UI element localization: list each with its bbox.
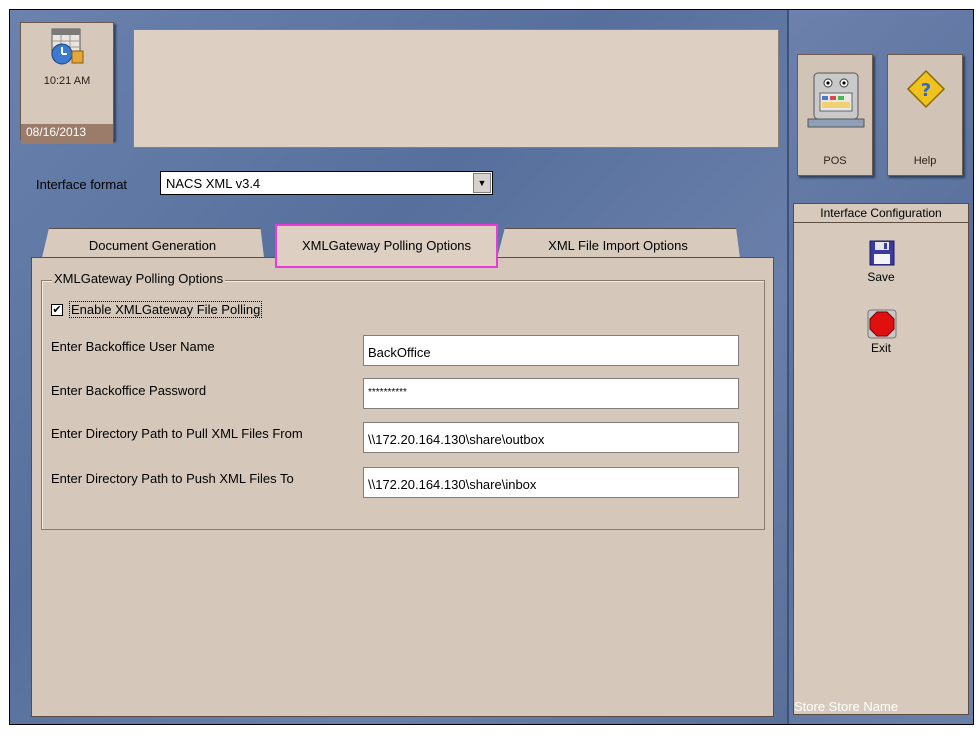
pos-button[interactable]: POS [797, 54, 873, 176]
app-window: 10:21 AM 08/16/2013 Interface format NAC… [9, 9, 974, 725]
svg-text:?: ? [921, 80, 931, 101]
floppy-disk-icon [869, 240, 895, 266]
enable-polling-row[interactable]: ✔ Enable XMLGateway File Polling [51, 301, 263, 318]
help-label: Help [913, 155, 937, 167]
configuration-title: Interface Configuration [794, 204, 968, 223]
pull-path-field[interactable]: \\172.20.164.130\share\outbox [363, 422, 739, 453]
store-name: Store Store Name [794, 699, 899, 714]
pull-path-label: Enter Directory Path to Pull XML Files F… [51, 426, 303, 441]
right-sidebar: POS ? Help Interface Configuration Save [787, 10, 973, 724]
save-label: Save [867, 270, 895, 284]
clock-time: 10:21 AM [43, 75, 91, 87]
exit-label: Exit [870, 341, 891, 355]
clock-widget[interactable]: 10:21 AM 08/16/2013 [20, 22, 114, 144]
password-field[interactable]: ********** [363, 378, 739, 409]
help-button[interactable]: ? Help [887, 54, 963, 176]
group-title: XMLGateway Polling Options [52, 271, 226, 286]
clock-date: 08/16/2013 [21, 124, 113, 144]
interface-format-label: Interface format [36, 177, 128, 192]
save-button[interactable]: Save [794, 228, 968, 288]
tab-panel: XMLGateway Polling Options ✔ Enable XMLG… [31, 257, 774, 717]
push-path-field[interactable]: \\172.20.164.130\share\inbox [363, 467, 739, 498]
pos-terminal-icon [807, 72, 865, 128]
stop-octagon-icon [867, 309, 897, 339]
pos-label: POS [823, 155, 847, 167]
push-path-label: Enter Directory Path to Push XML Files T… [51, 471, 294, 486]
tab-xmlgateway-polling-options[interactable]: XMLGateway Polling Options [275, 224, 498, 268]
enable-polling-label[interactable]: Enable XMLGateway File Polling [69, 301, 263, 318]
interface-format-value: NACS XML v3.4 [166, 176, 261, 191]
interface-format-select[interactable]: NACS XML v3.4 ▼ [160, 171, 493, 195]
chevron-down-icon[interactable]: ▼ [473, 173, 491, 193]
message-area [133, 29, 779, 148]
help-diamond-icon: ? [906, 69, 946, 109]
exit-button[interactable]: Exit [794, 300, 968, 360]
calendar-clock-icon [51, 28, 84, 65]
username-label: Enter Backoffice User Name [51, 339, 215, 354]
polling-options-group: XMLGateway Polling Options ✔ Enable XMLG… [41, 271, 765, 530]
enable-polling-checkbox[interactable]: ✔ [51, 303, 63, 316]
configuration-panel: Interface Configuration Save Exit [793, 203, 969, 715]
username-field[interactable]: BackOffice [363, 335, 739, 366]
password-label: Enter Backoffice Password [51, 383, 207, 398]
main-area: 10:21 AM 08/16/2013 Interface format NAC… [10, 10, 787, 724]
